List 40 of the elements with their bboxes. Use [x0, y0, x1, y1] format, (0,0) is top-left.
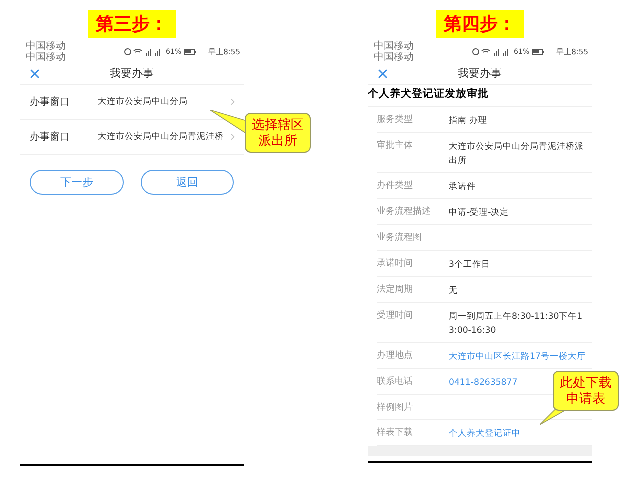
field-label: 样表下载 — [377, 427, 414, 440]
battery-icon — [532, 48, 544, 54]
field-label: 业务流程图 — [377, 232, 423, 245]
field-value: 大连市公安局中山分局青泥洼桥派出所 — [449, 140, 585, 168]
field-value: 周一到周五上午8:30-11:30下午13:00-16:30 — [449, 310, 584, 338]
row-value: 大连市公安局中山分局青泥洼桥 — [98, 131, 225, 143]
service-heading: 个人养犬登记证发放审批 — [368, 85, 592, 107]
field-label: 联系电话 — [377, 376, 414, 388]
row-label: 办事窗口 — [30, 96, 71, 109]
field-label: 办理地点 — [377, 350, 414, 362]
field-value: 承诺件 — [449, 181, 477, 194]
field-label: 业务流程描述 — [377, 206, 432, 219]
step-label: 第三步： — [88, 10, 176, 38]
carrier-name: 中国移动 — [26, 52, 66, 62]
callout: 此处下载 申请表 — [553, 371, 619, 411]
carrier-name: 中国移动 — [374, 52, 414, 62]
row-label: 办事窗口 — [30, 130, 71, 144]
field-label: 审批主体 — [377, 140, 414, 153]
carrier-name: 中国移动 — [374, 40, 414, 52]
step-label: 第四步： — [436, 10, 524, 38]
carrier-name: 中国移动 — [26, 40, 66, 52]
field-label: 样例图片 — [377, 402, 414, 414]
pill-button[interactable]: 下一步 — [30, 170, 124, 195]
field-link[interactable]: 大连市中山区长江路17号一楼大厅 — [449, 350, 592, 364]
field-value: 无 — [449, 284, 459, 298]
field-label: 承诺时间 — [377, 258, 414, 270]
field-label: 法定周期 — [377, 284, 414, 296]
field-value: 指南 办理 — [449, 115, 489, 128]
field-label: 受理时间 — [377, 310, 414, 322]
pill-button[interactable]: 返回 — [140, 170, 234, 195]
field-link[interactable]: 0411-82635877 — [449, 376, 524, 390]
row-value: 大连市公安局中山分局 — [98, 96, 189, 108]
field-link[interactable]: 个人养犬登记证申 — [449, 427, 527, 441]
field-label: 服务类型 — [377, 114, 414, 127]
field-value: 申请-受理-决定 — [449, 206, 510, 220]
battery-icon — [184, 48, 196, 54]
field-value: 3个工作日 — [449, 258, 492, 272]
field-label: 办件类型 — [377, 180, 414, 193]
page-title: 我要办事 — [109, 66, 155, 81]
page-title: 我要办事 — [457, 66, 503, 81]
